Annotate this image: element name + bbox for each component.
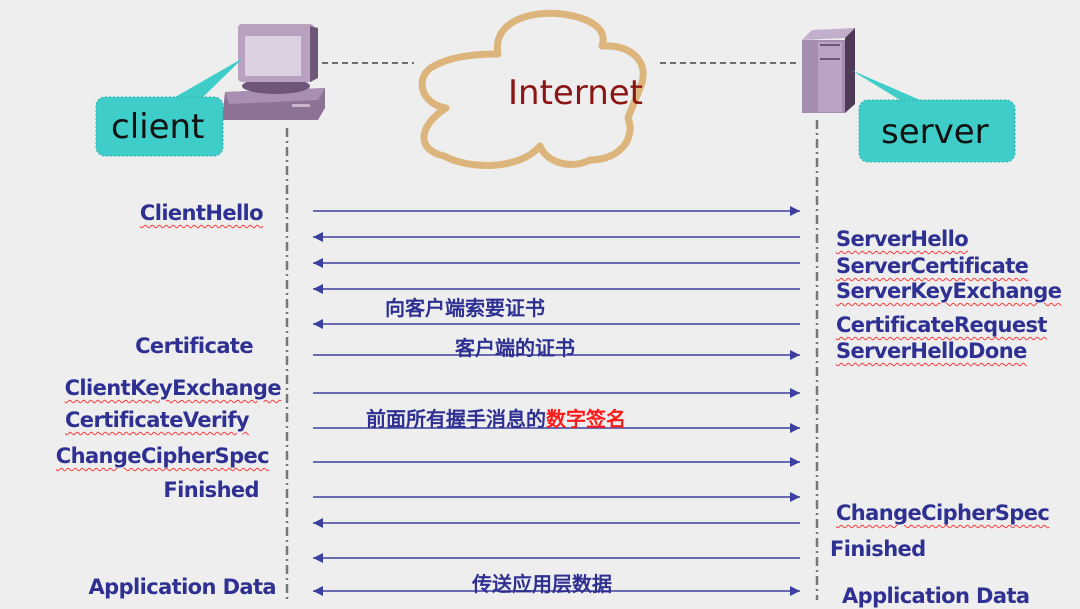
message-arrow	[313, 553, 800, 563]
annotation-signature-highlight: 数字签名	[546, 407, 626, 431]
arrowhead	[313, 232, 323, 242]
message-arrow	[313, 388, 800, 398]
client-msg-label: CertificateVerify	[64, 408, 250, 432]
client-msg-label: Finished	[163, 478, 259, 502]
arrowhead	[313, 258, 323, 268]
server-msg-label: ChangeCipherSpec	[836, 501, 1050, 525]
server-msg-label: CertificateRequest	[836, 313, 1047, 337]
arrowhead	[313, 553, 323, 563]
server-msg-label: Finished	[830, 537, 926, 561]
annotation-app-data: 传送应用层数据	[472, 572, 612, 596]
server-msg-label: ServerKeyExchange	[836, 279, 1062, 303]
arrowhead	[790, 492, 800, 502]
arrowhead	[790, 388, 800, 398]
annotation-signature-prefix: 前面所有握手消息的	[366, 407, 546, 431]
arrowhead	[790, 586, 800, 596]
message-arrow	[313, 319, 800, 329]
desktop-computer-icon	[222, 24, 325, 120]
annotation-signature: 前面所有握手消息的数字签名	[366, 409, 626, 429]
client-msg-label: ClientKeyExchange	[64, 376, 282, 400]
message-arrow	[313, 492, 800, 502]
tls-handshake-diagram: client server Internet ClientHello Certi…	[0, 0, 1080, 609]
server-msg-label: ServerHelloDone	[836, 339, 1027, 363]
message-arrow	[313, 206, 800, 216]
server-msg-label: ServerHello	[836, 227, 969, 251]
internet-label: Internet	[508, 73, 644, 113]
message-arrow	[313, 284, 800, 294]
arrowhead	[790, 350, 800, 360]
message-arrow	[313, 258, 800, 268]
message-arrow	[313, 518, 800, 528]
server-tower-icon	[802, 28, 855, 113]
arrowhead	[313, 586, 323, 596]
message-arrow	[313, 232, 800, 242]
client-msg-label: Application Data	[88, 575, 277, 599]
arrowhead	[790, 457, 800, 467]
client-msg-label: Certificate	[135, 334, 253, 358]
client-msg-label: ClientHello	[139, 201, 264, 225]
arrowhead	[313, 284, 323, 294]
annotation-client-cert: 客户端的证书	[455, 336, 575, 360]
arrowhead	[790, 206, 800, 216]
message-arrow	[313, 457, 800, 467]
arrowhead	[313, 518, 323, 528]
server-msg-label: ServerCertificate	[836, 254, 1029, 278]
server-msg-label: Application Data	[842, 584, 1030, 608]
annotation-request-cert: 向客户端索要证书	[385, 296, 545, 320]
message-arrows	[313, 206, 800, 596]
arrowhead	[313, 319, 323, 329]
client-msg-label: ChangeCipherSpec	[55, 444, 270, 468]
client-label: client	[111, 107, 205, 147]
arrowhead	[790, 423, 800, 433]
server-label: server	[881, 112, 989, 152]
